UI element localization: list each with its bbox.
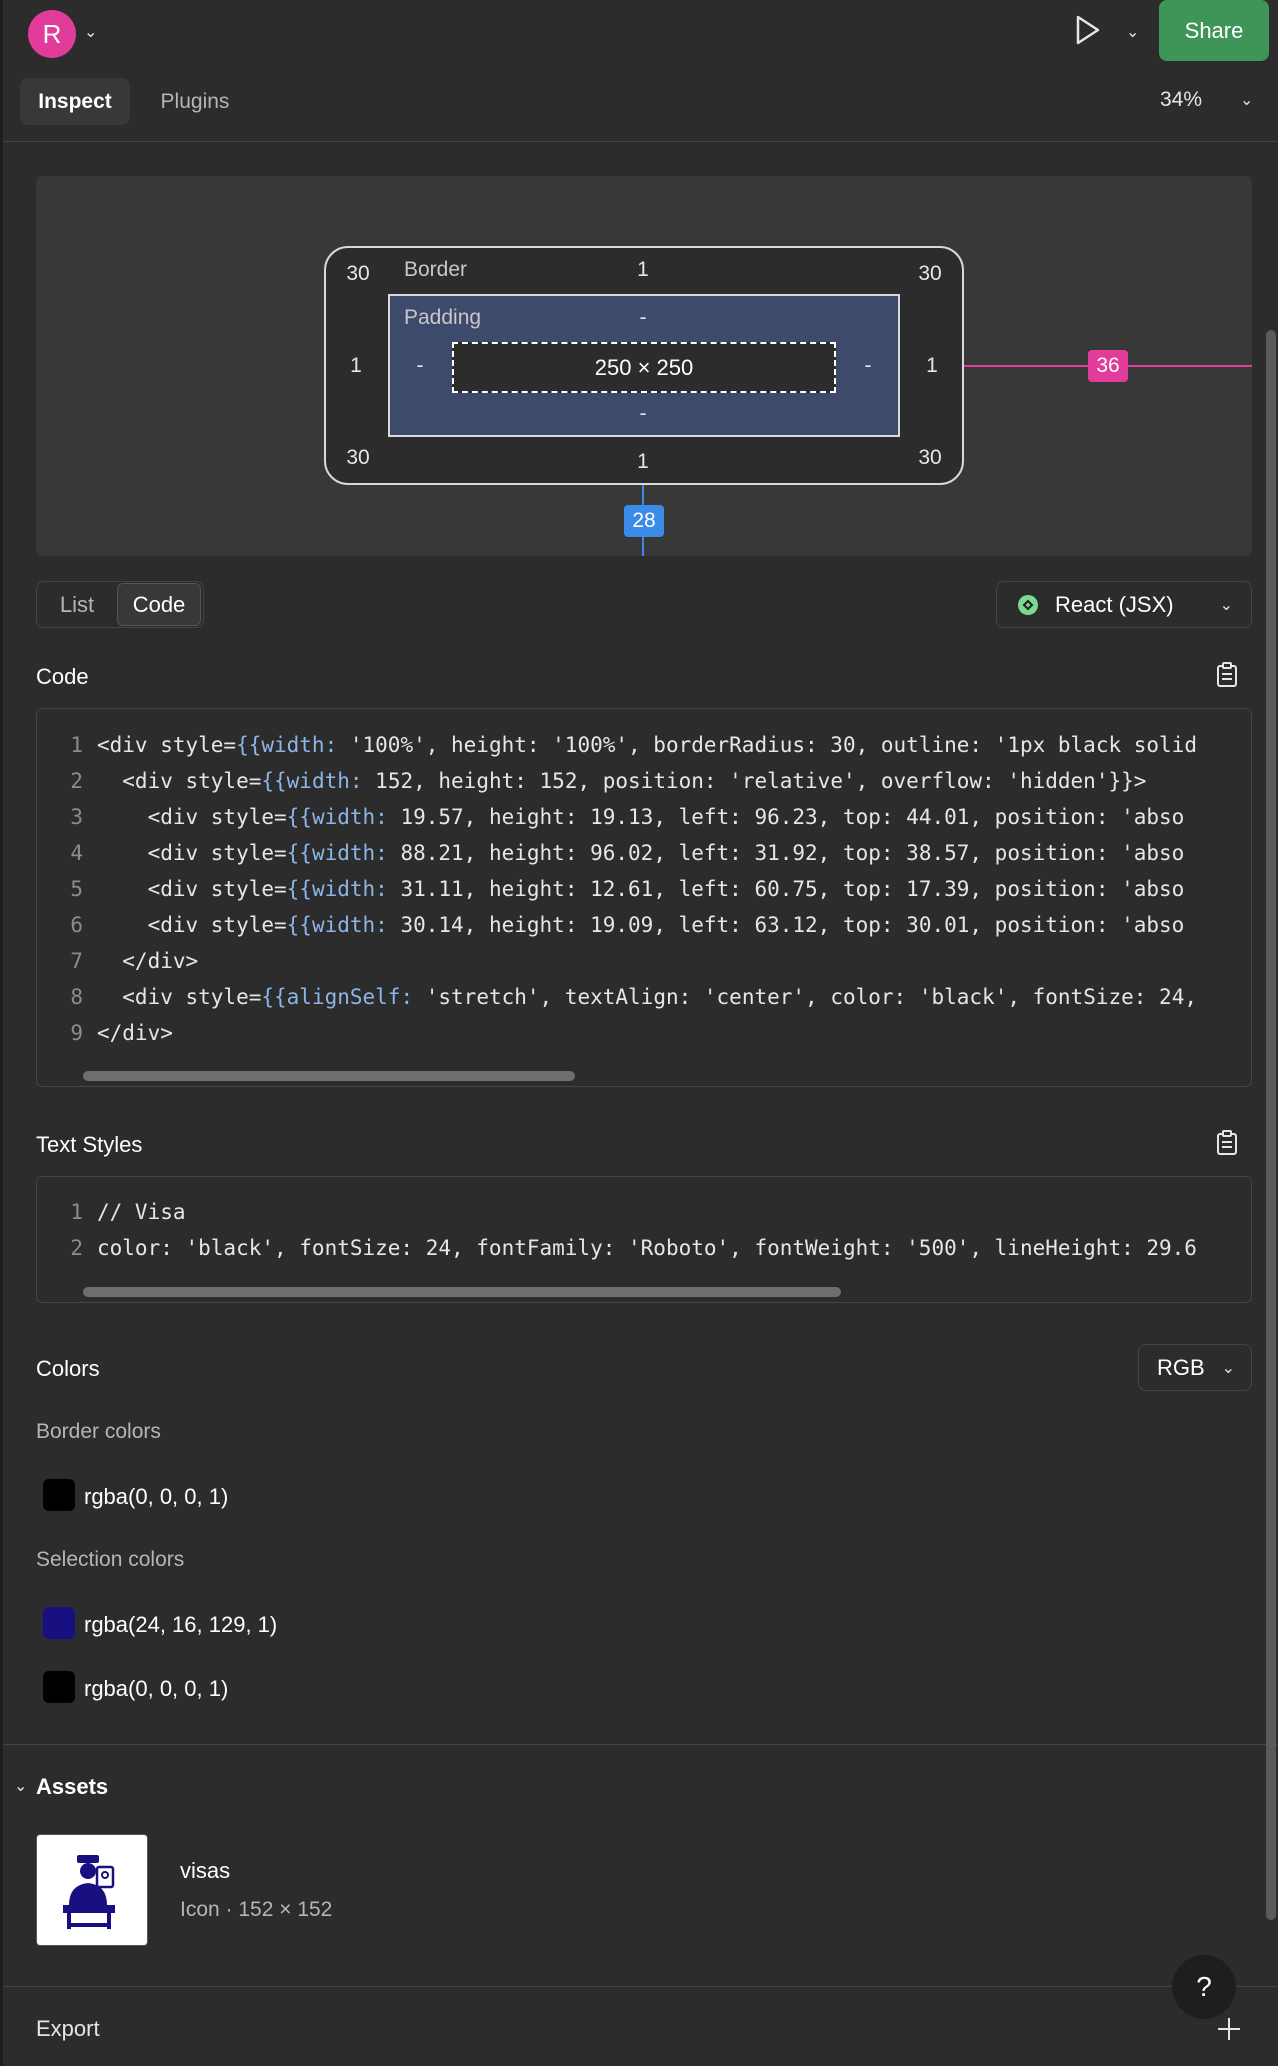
copy-code-icon[interactable] (1216, 662, 1238, 688)
react-icon (1018, 594, 1038, 615)
language-dropdown-label: React (JSX) (1055, 591, 1174, 617)
add-export-icon[interactable] (1216, 2016, 1242, 2042)
code-line: 2 <div style={{width: 152, height: 152, … (70, 769, 1147, 793)
zoom-level[interactable]: 34% (1160, 88, 1202, 112)
asset-meta: Icon · 152 × 152 (180, 1898, 333, 1921)
border-bottom-value: 1 (637, 450, 649, 473)
tab-plugins[interactable]: Plugins (140, 78, 250, 125)
asset-thumbnail[interactable] (36, 1834, 148, 1946)
assets-divider (3, 1744, 1278, 1745)
panel-vertical-scrollbar[interactable] (1266, 330, 1276, 1920)
radius-top-left: 30 (346, 262, 370, 285)
zoom-chevron-icon[interactable]: ⌄ (1240, 90, 1253, 110)
help-button[interactable]: ? (1172, 1955, 1236, 2019)
chevron-down-icon[interactable]: ⌄ (84, 22, 97, 42)
language-dropdown[interactable]: React (JSX) ⌄ (996, 581, 1252, 628)
toggle-code[interactable]: Code (117, 583, 201, 626)
selection-color-value[interactable]: rgba(0, 0, 0, 1) (84, 1676, 228, 1702)
colors-title: Colors (36, 1356, 100, 1381)
code-line: 4 <div style={{width: 88.21, height: 96.… (70, 841, 1185, 865)
color-swatch[interactable] (43, 1479, 75, 1511)
present-options-chevron-icon[interactable]: ⌄ (1126, 22, 1139, 42)
code-line: 7 </div> (70, 949, 199, 973)
selection-color-value[interactable]: rgba(24, 16, 129, 1) (84, 1612, 277, 1638)
border-color-value[interactable]: rgba(0, 0, 0, 1) (84, 1484, 228, 1510)
tab-inspect[interactable]: Inspect (20, 78, 130, 125)
collapse-chevron-icon[interactable]: ⌄ (14, 1776, 27, 1796)
border-top-value: 1 (637, 258, 649, 281)
border-label: Border (404, 258, 468, 281)
code-line: 6 <div style={{width: 30.14, height: 19.… (70, 913, 1185, 937)
asset-name: visas (180, 1858, 231, 1883)
chevron-down-icon: ⌄ (1219, 596, 1233, 614)
padding-bottom-value: - (639, 402, 647, 425)
visa-officer-icon (63, 1855, 115, 1929)
padding-right-value: - (864, 354, 872, 377)
selection-colors-title: Selection colors (36, 1548, 185, 1571)
code-line: 2 color: 'black', fontSize: 24, fontFamil… (70, 1236, 1197, 1260)
color-swatch[interactable] (43, 1607, 75, 1639)
code-line: 8 <div style={{alignSelf: 'stretch', tex… (70, 985, 1197, 1009)
code-line: 1 <div style={{width: '100%', height: '10… (70, 733, 1197, 757)
code-horizontal-scrollbar[interactable] (83, 1071, 575, 1081)
radius-bottom-left: 30 (346, 446, 370, 469)
spacing-bottom-badge: 28 (624, 505, 664, 537)
code-line: 1// Visa (70, 1200, 186, 1224)
code-line: 5 <div style={{width: 31.11, height: 12.… (70, 877, 1185, 901)
spacing-right-badge: 36 (1088, 350, 1128, 382)
text-styles-block[interactable]: 1// Visa 2 color: 'black', fontSize: 24, … (36, 1176, 1252, 1303)
play-icon[interactable] (1072, 14, 1102, 46)
export-title: Export (36, 2016, 100, 2041)
padding-top-value: - (639, 306, 647, 329)
color-format-dropdown[interactable]: RGB ⌄ (1138, 1344, 1252, 1391)
text-styles-title: Text Styles (36, 1132, 143, 1157)
header-divider (3, 141, 1278, 142)
color-format-label: RGB (1157, 1354, 1205, 1380)
code-line: 3 <div style={{width: 19.57, height: 19.… (70, 805, 1185, 829)
assets-title[interactable]: Assets (36, 1774, 108, 1800)
export-divider (3, 1986, 1278, 1987)
border-left-value: 1 (350, 354, 362, 377)
code-line: 9 </div> (70, 1021, 173, 1045)
radius-top-right: 30 (918, 262, 942, 285)
code-block[interactable]: 1 <div style={{width: '100%', height: '10… (36, 708, 1252, 1087)
box-model-content[interactable]: 250 × 250 (452, 342, 836, 393)
padding-label: Padding (404, 306, 482, 329)
border-right-value: 1 (926, 354, 938, 377)
padding-left-value: - (416, 354, 424, 377)
chevron-down-icon: ⌄ (1221, 1359, 1235, 1377)
radius-bottom-right: 30 (918, 446, 942, 469)
border-colors-title: Border colors (36, 1420, 161, 1443)
copy-text-styles-icon[interactable] (1216, 1130, 1238, 1156)
share-button[interactable]: Share (1159, 0, 1269, 61)
window-edge (0, 0, 3, 2066)
code-section-title: Code (36, 664, 89, 689)
text-styles-horizontal-scrollbar[interactable] (83, 1287, 841, 1297)
toggle-list[interactable]: List (40, 583, 114, 626)
user-avatar[interactable]: R (28, 10, 76, 58)
color-swatch[interactable] (43, 1671, 75, 1703)
